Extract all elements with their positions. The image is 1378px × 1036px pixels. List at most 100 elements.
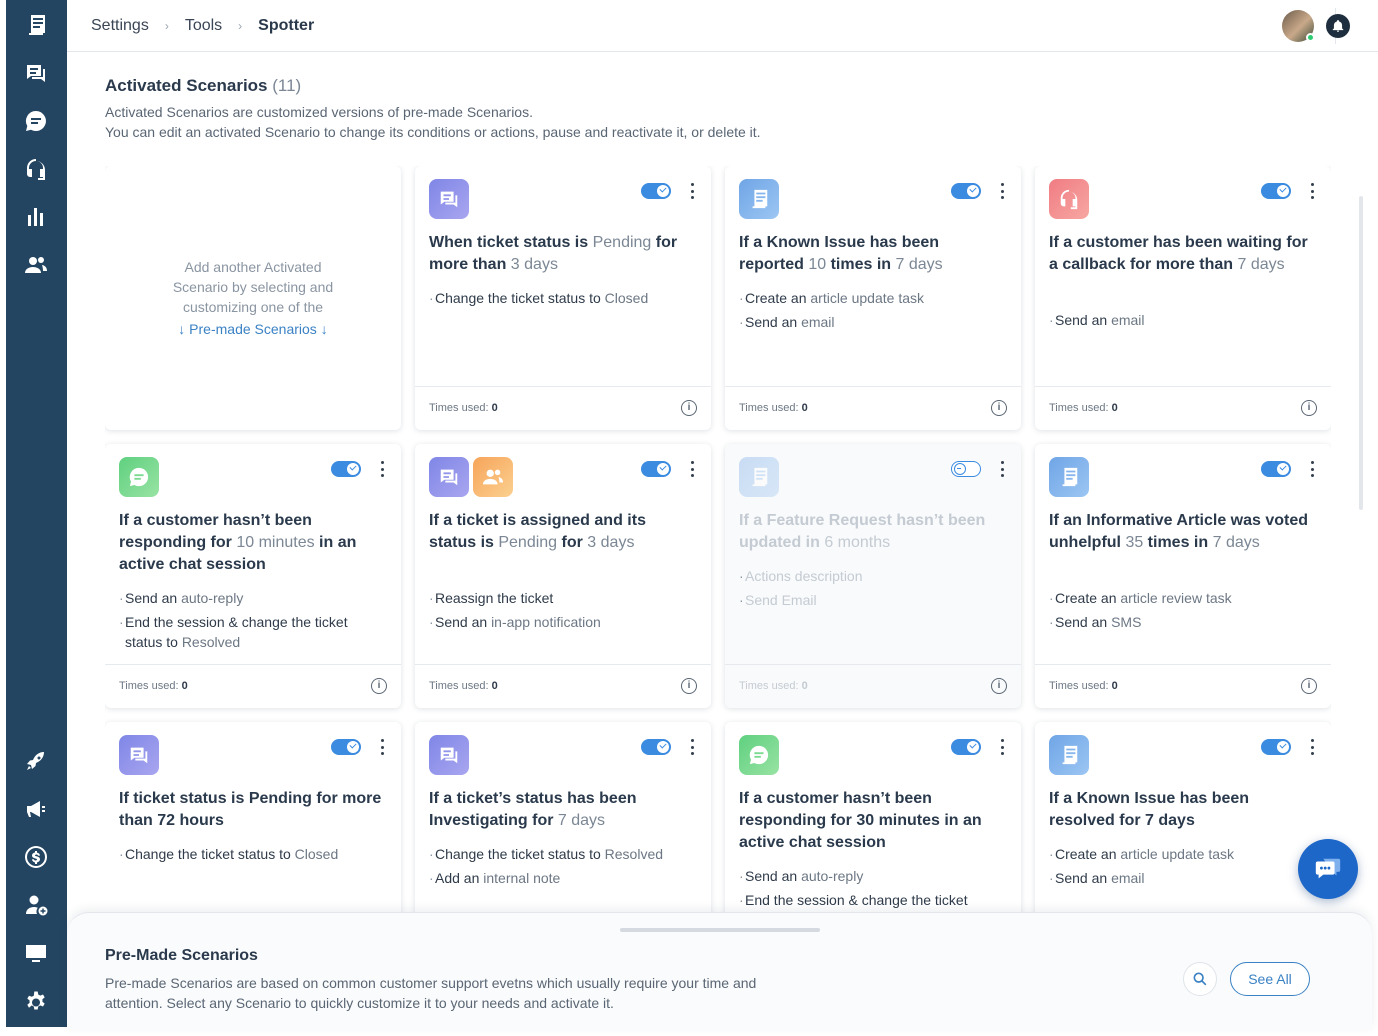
scenario-toggle[interactable] — [641, 183, 671, 199]
see-all-button[interactable]: See All — [1230, 962, 1310, 996]
activated-scenarios-intro: Activated Scenarios (11) Activated Scena… — [105, 76, 761, 142]
breadcrumb-current: Spotter — [258, 17, 315, 34]
more-options-icon[interactable] — [999, 738, 1005, 756]
more-options-icon[interactable] — [1309, 460, 1315, 478]
more-options-icon[interactable] — [689, 182, 695, 200]
chat-widget-button[interactable] — [1298, 839, 1358, 899]
scenario-card[interactable]: If a Known Issue has been reported 10 ti… — [725, 166, 1021, 430]
info-icon[interactable]: i — [681, 400, 697, 416]
chevron-right-icon: › — [164, 19, 169, 33]
scenario-card[interactable]: If a customer has been waiting for a cal… — [1035, 166, 1331, 430]
megaphone-icon[interactable] — [24, 797, 48, 821]
more-options-icon[interactable] — [379, 738, 385, 756]
settings-icon[interactable] — [24, 989, 48, 1013]
breadcrumb-settings[interactable]: Settings — [91, 17, 149, 35]
info-icon[interactable]: i — [1301, 678, 1317, 694]
scenario-card[interactable]: If a ticket’s status has been Investigat… — [415, 722, 711, 914]
more-options-icon[interactable] — [999, 460, 1005, 478]
headset-icon[interactable] — [24, 157, 48, 181]
action-item: Reassign the ticket — [429, 588, 697, 608]
scenario-card[interactable]: If a ticket is assigned and its status i… — [415, 444, 711, 708]
more-options-icon[interactable] — [1309, 738, 1315, 756]
search-button[interactable] — [1183, 962, 1217, 996]
sidebar — [6, 0, 67, 1027]
scenario-actions: Change the ticket status to Closed — [119, 844, 387, 868]
times-used: Times used: 0 — [119, 680, 188, 692]
more-options-icon[interactable] — [689, 738, 695, 756]
scenario-actions: Create an article update task Send an ema… — [739, 288, 1007, 336]
scenario-icons — [429, 457, 513, 497]
times-used: Times used: 0 — [429, 402, 498, 414]
action-item: Create an article update task — [739, 288, 1007, 308]
action-item: Change the ticket status to Closed — [429, 288, 697, 308]
scenario-card[interactable]: When ticket status is Pending for more t… — [415, 166, 711, 430]
times-used: Times used: 0 — [739, 402, 808, 414]
more-options-icon[interactable] — [1309, 182, 1315, 200]
headset-icon — [1049, 179, 1089, 219]
search-icon — [1193, 972, 1207, 986]
scenario-icons — [429, 179, 469, 219]
rocket-icon[interactable] — [24, 749, 48, 773]
scenario-card[interactable]: If a customer hasn’t been responding for… — [105, 444, 401, 708]
scenario-toggle[interactable] — [331, 739, 361, 755]
action-item: Send an auto-reply — [739, 866, 1007, 886]
scenario-toggle[interactable] — [331, 461, 361, 477]
scenario-card[interactable]: If a Feature Request hasn’t been updated… — [725, 444, 1021, 708]
times-used: Times used: 0 — [1049, 402, 1118, 414]
add-agent-icon[interactable] — [24, 893, 48, 917]
ticket-icon — [429, 735, 469, 775]
card-footer: Times used: 0 i — [725, 386, 1021, 430]
card-footer: Times used: 0 i — [415, 664, 711, 708]
info-icon[interactable]: i — [1301, 400, 1317, 416]
top-bar: Settings › Tools › Spotter — [67, 0, 1378, 52]
scenario-card[interactable]: If ticket status is Pending for more tha… — [105, 722, 401, 914]
scenario-count: (11) — [272, 76, 302, 95]
scenario-icons — [739, 457, 779, 497]
chat-icon[interactable] — [24, 109, 48, 133]
info-icon[interactable]: i — [991, 678, 1007, 694]
knowledge-base-icon — [1049, 735, 1089, 775]
ticket-icon — [119, 735, 159, 775]
chat-bubbles-icon — [1315, 858, 1341, 879]
scenario-card[interactable]: If a customer hasn’t been responding for… — [725, 722, 1021, 914]
card-footer: Times used: 0 i — [1035, 664, 1331, 708]
scenario-card[interactable]: If an Informative Article was voted unhe… — [1035, 444, 1331, 708]
avatar[interactable] — [1282, 10, 1315, 42]
info-icon[interactable]: i — [681, 678, 697, 694]
info-icon[interactable]: i — [991, 400, 1007, 416]
scenario-toggle[interactable] — [951, 183, 981, 199]
customers-icon[interactable] — [24, 253, 48, 277]
online-status-icon — [1306, 33, 1315, 42]
breadcrumb-tools[interactable]: Tools — [185, 17, 222, 35]
drag-handle[interactable] — [620, 928, 820, 932]
scenario-title: If a customer has been waiting for a cal… — [1049, 234, 1308, 273]
scrollbar[interactable] — [1359, 196, 1363, 510]
notifications-bell-icon[interactable] — [1326, 14, 1350, 38]
scenario-toggle[interactable] — [641, 739, 671, 755]
scenario-toggle[interactable] — [951, 739, 981, 755]
scenario-toggle[interactable] — [1261, 183, 1291, 199]
premade-scenarios-link[interactable]: ↓ Pre-made Scenarios ↓ — [158, 319, 348, 339]
scenario-toggle[interactable] — [1261, 461, 1291, 477]
chat-icon — [119, 457, 159, 497]
add-scenario-text: Add another Activated Scenario by select… — [172, 259, 334, 315]
intro-description: Activated Scenarios are customized versi… — [105, 104, 761, 140]
more-options-icon[interactable] — [689, 460, 695, 478]
times-used: Times used: 0 — [739, 680, 808, 692]
action-item: Send an email — [739, 312, 1007, 332]
scenario-card[interactable]: If a Known Issue has been resolved for 7… — [1035, 722, 1331, 914]
widget-icon[interactable] — [24, 941, 48, 965]
knowledge-base-icon[interactable] — [24, 13, 48, 37]
scenario-toggle[interactable] — [1261, 739, 1291, 755]
more-options-icon[interactable] — [999, 182, 1005, 200]
reports-icon[interactable] — [24, 205, 48, 229]
scenario-actions: Send an auto-reply End the session & chan… — [119, 588, 387, 656]
billing-icon[interactable] — [24, 845, 48, 869]
tickets-icon[interactable] — [24, 61, 48, 85]
card-footer: Times used: 0 i — [725, 664, 1021, 708]
scenario-toggle[interactable] — [641, 461, 671, 477]
info-icon[interactable]: i — [371, 678, 387, 694]
scenario-toggle[interactable] — [951, 461, 981, 477]
more-options-icon[interactable] — [379, 460, 385, 478]
action-item: Change the ticket status to Closed — [119, 844, 387, 864]
